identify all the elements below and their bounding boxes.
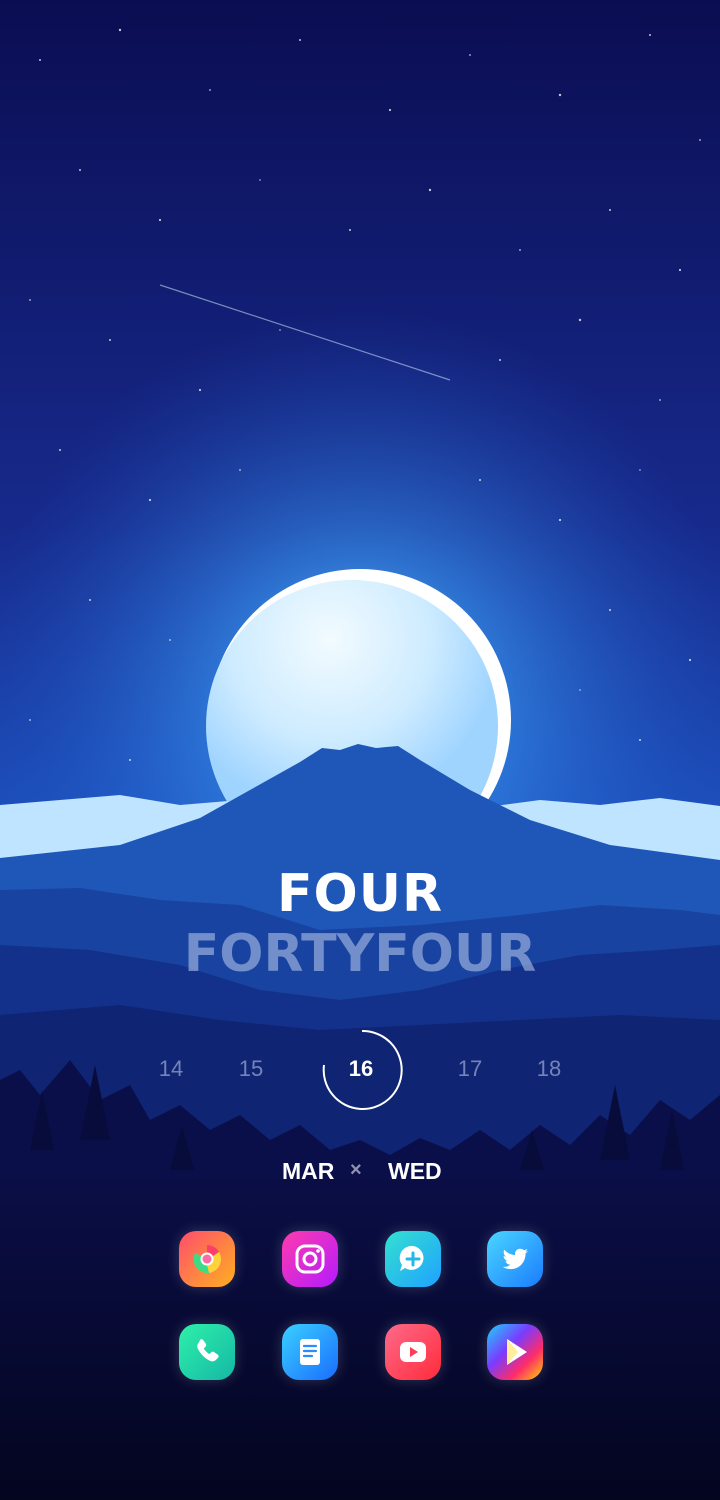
- calendar-day[interactable]: 14: [141, 1057, 201, 1081]
- phone-icon: [197, 1339, 219, 1362]
- chat-app-button[interactable]: [385, 1231, 441, 1287]
- docs-app-button[interactable]: [282, 1324, 338, 1380]
- date-row: MAR × WED: [0, 1158, 720, 1188]
- current-day-ring: [322, 1029, 403, 1110]
- calendar-day[interactable]: 17: [440, 1057, 500, 1081]
- weekday-label: WED: [388, 1158, 442, 1184]
- twitter-icon: [502, 1248, 529, 1270]
- camera-app-button[interactable]: [282, 1231, 338, 1287]
- clock-hour-text: FOUR: [277, 864, 443, 924]
- document-icon: [300, 1339, 320, 1365]
- calendar-day[interactable]: 15: [221, 1057, 281, 1081]
- month-label: MAR: [282, 1158, 335, 1184]
- chrome-icon: [193, 1245, 221, 1274]
- clock-minute-text: FORTYFOUR: [183, 924, 537, 984]
- phone-app-button[interactable]: [179, 1324, 235, 1380]
- night-mountain-wallpaper: [0, 0, 720, 1500]
- chat-plus-icon: [399, 1245, 424, 1271]
- youtube-app-button[interactable]: [385, 1324, 441, 1380]
- date-separator: ×: [350, 1159, 362, 1181]
- youtube-icon: [400, 1342, 426, 1362]
- camera-icon: [295, 1244, 325, 1274]
- chrome-app-button[interactable]: [179, 1231, 235, 1287]
- play-store-app-button[interactable]: [487, 1324, 543, 1380]
- calendar-day[interactable]: 18: [519, 1057, 579, 1081]
- twitter-app-button[interactable]: [487, 1231, 543, 1287]
- play-store-icon: [507, 1339, 527, 1365]
